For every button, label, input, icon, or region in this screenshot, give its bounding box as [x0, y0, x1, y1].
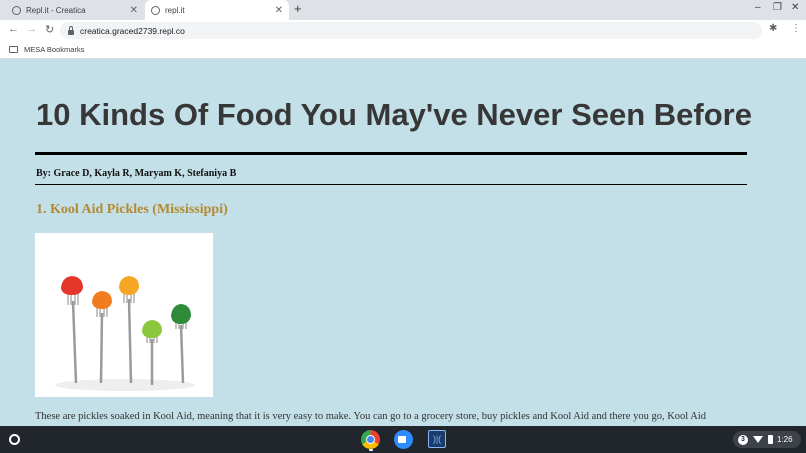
- pickle-green: [171, 304, 191, 324]
- url-text[interactable]: creatica.graced2739.repl.co: [80, 26, 185, 36]
- close-tab-icon[interactable]: ✕: [130, 5, 138, 16]
- pickle-lime: [142, 320, 162, 338]
- fork-1: [61, 276, 83, 384]
- pickle-yellow: [119, 276, 139, 295]
- bookmarks-bar: MESA Bookmarks: [0, 41, 806, 59]
- pickles-on-forks-photo: [35, 233, 213, 397]
- wifi-icon: [753, 436, 763, 443]
- page-title: 10 Kinds Of Food You May've Never Seen B…: [36, 97, 752, 132]
- battery-icon: [768, 435, 773, 444]
- forward-arrow-icon[interactable]: →: [26, 23, 37, 35]
- clock-time: 1:26: [777, 435, 793, 444]
- restore-button[interactable]: ❐: [773, 2, 782, 13]
- zoom-icon[interactable]: [394, 430, 413, 449]
- fork-5: [171, 304, 191, 384]
- new-tab-button[interactable]: +: [294, 1, 302, 16]
- byline: By: Grace D, Kayla R, Maryam K, Stefaniy…: [36, 168, 237, 179]
- cast-icon[interactable]: )|(: [428, 430, 446, 448]
- close-window-button[interactable]: ✕: [791, 2, 799, 13]
- extensions-puzzle-icon[interactable]: ✱: [769, 23, 777, 34]
- pickles-illustration: [55, 276, 195, 391]
- tab-strip: Repl.it - Creatica ✕ repl.it ✕ + – ❐ ✕: [0, 0, 806, 20]
- tab-replit-creatica[interactable]: Repl.it - Creatica ✕: [6, 0, 144, 20]
- fork-4: [142, 320, 162, 385]
- browser-toolbar: ← → ↻ creatica.graced2739.repl.co ✱ ⋮: [0, 20, 806, 41]
- address-bar[interactable]: creatica.graced2739.repl.co: [60, 22, 762, 39]
- running-indicator: [369, 449, 373, 451]
- tab-title: repl.it: [165, 5, 185, 15]
- close-tab-icon[interactable]: ✕: [275, 5, 283, 16]
- os-shelf: )|( 3 1:26: [0, 426, 806, 453]
- launcher-circle-icon[interactable]: [9, 434, 20, 445]
- notification-count-badge: 3: [738, 434, 748, 445]
- bookmark-mesa[interactable]: MESA Bookmarks: [9, 45, 84, 54]
- fork-3: [119, 276, 139, 384]
- tab-replit[interactable]: repl.it ✕: [145, 0, 289, 20]
- chrome-icon[interactable]: [361, 430, 380, 449]
- article-paragraph: These are pickles soaked in Kool Aid, me…: [35, 411, 706, 422]
- pickle-orange: [92, 291, 112, 309]
- status-tray[interactable]: 3 1:26: [733, 431, 801, 448]
- lock-icon: [68, 25, 74, 35]
- pickle-red: [61, 276, 83, 295]
- reload-icon[interactable]: ↻: [45, 23, 54, 36]
- folder-icon: [9, 46, 18, 53]
- title-divider: [35, 152, 747, 155]
- globe-favicon-icon: [151, 5, 160, 15]
- page-content: 10 Kinds Of Food You May've Never Seen B…: [0, 60, 806, 426]
- bookmark-label: MESA Bookmarks: [24, 45, 85, 54]
- byline-divider: [35, 184, 747, 185]
- back-arrow-icon[interactable]: ←: [8, 23, 19, 35]
- menu-kebab-icon[interactable]: ⋮: [791, 23, 801, 34]
- tab-title: Repl.it - Creatica: [26, 5, 86, 15]
- replit-favicon-icon: [12, 5, 21, 15]
- minimize-button[interactable]: –: [755, 2, 761, 13]
- fork-2: [92, 291, 112, 384]
- section-heading: 1. Kool Aid Pickles (Mississippi): [36, 202, 228, 217]
